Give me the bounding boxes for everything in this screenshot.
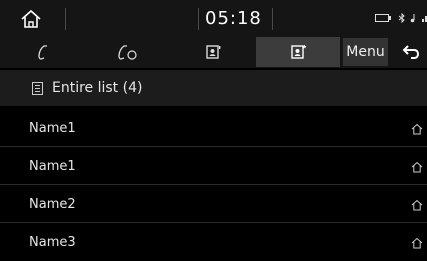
back-arrow-icon xyxy=(402,45,420,59)
home-icon xyxy=(21,9,41,28)
contact-name: Name1 xyxy=(29,121,76,136)
list-item[interactable]: Name3 xyxy=(0,223,427,261)
contact-name: Name1 xyxy=(29,159,76,174)
divider xyxy=(272,8,273,30)
home-icon xyxy=(411,199,423,211)
home-icon xyxy=(411,161,423,173)
divider xyxy=(65,8,66,30)
favorites-contacts-icon xyxy=(291,44,307,59)
list-item[interactable]: Name1 xyxy=(0,147,427,185)
list-icon xyxy=(32,82,43,95)
contacts-icon xyxy=(206,45,221,59)
list-item[interactable]: Name1 xyxy=(0,109,427,147)
recent-calls-icon xyxy=(118,45,137,60)
tab-bar: Menu xyxy=(0,35,427,68)
list-item[interactable]: Name2 xyxy=(0,185,427,223)
music-note-icon xyxy=(411,14,415,23)
divider xyxy=(198,8,199,30)
battery-icon xyxy=(375,14,391,22)
list-header: Entire list (4) xyxy=(0,70,427,106)
status-bar: 05:18 xyxy=(0,0,427,35)
contact-name: Name2 xyxy=(29,197,76,212)
home-icon xyxy=(411,123,423,135)
list-header-title: Entire list (4) xyxy=(52,80,143,96)
tab-dial[interactable] xyxy=(0,37,86,67)
contact-name: Name3 xyxy=(29,235,76,250)
signal-icon xyxy=(421,16,427,22)
home-icon xyxy=(411,237,423,249)
phone-icon xyxy=(38,45,47,60)
bluetooth-icon xyxy=(398,12,405,24)
clock: 05:18 xyxy=(205,8,262,29)
home-button[interactable] xyxy=(20,9,42,29)
back-button[interactable] xyxy=(392,38,427,66)
status-icons xyxy=(375,12,427,24)
menu-button[interactable]: Menu xyxy=(343,38,388,66)
tab-recent-calls[interactable] xyxy=(86,37,170,67)
tab-contacts[interactable] xyxy=(170,37,256,67)
tab-favorites[interactable] xyxy=(256,37,340,67)
